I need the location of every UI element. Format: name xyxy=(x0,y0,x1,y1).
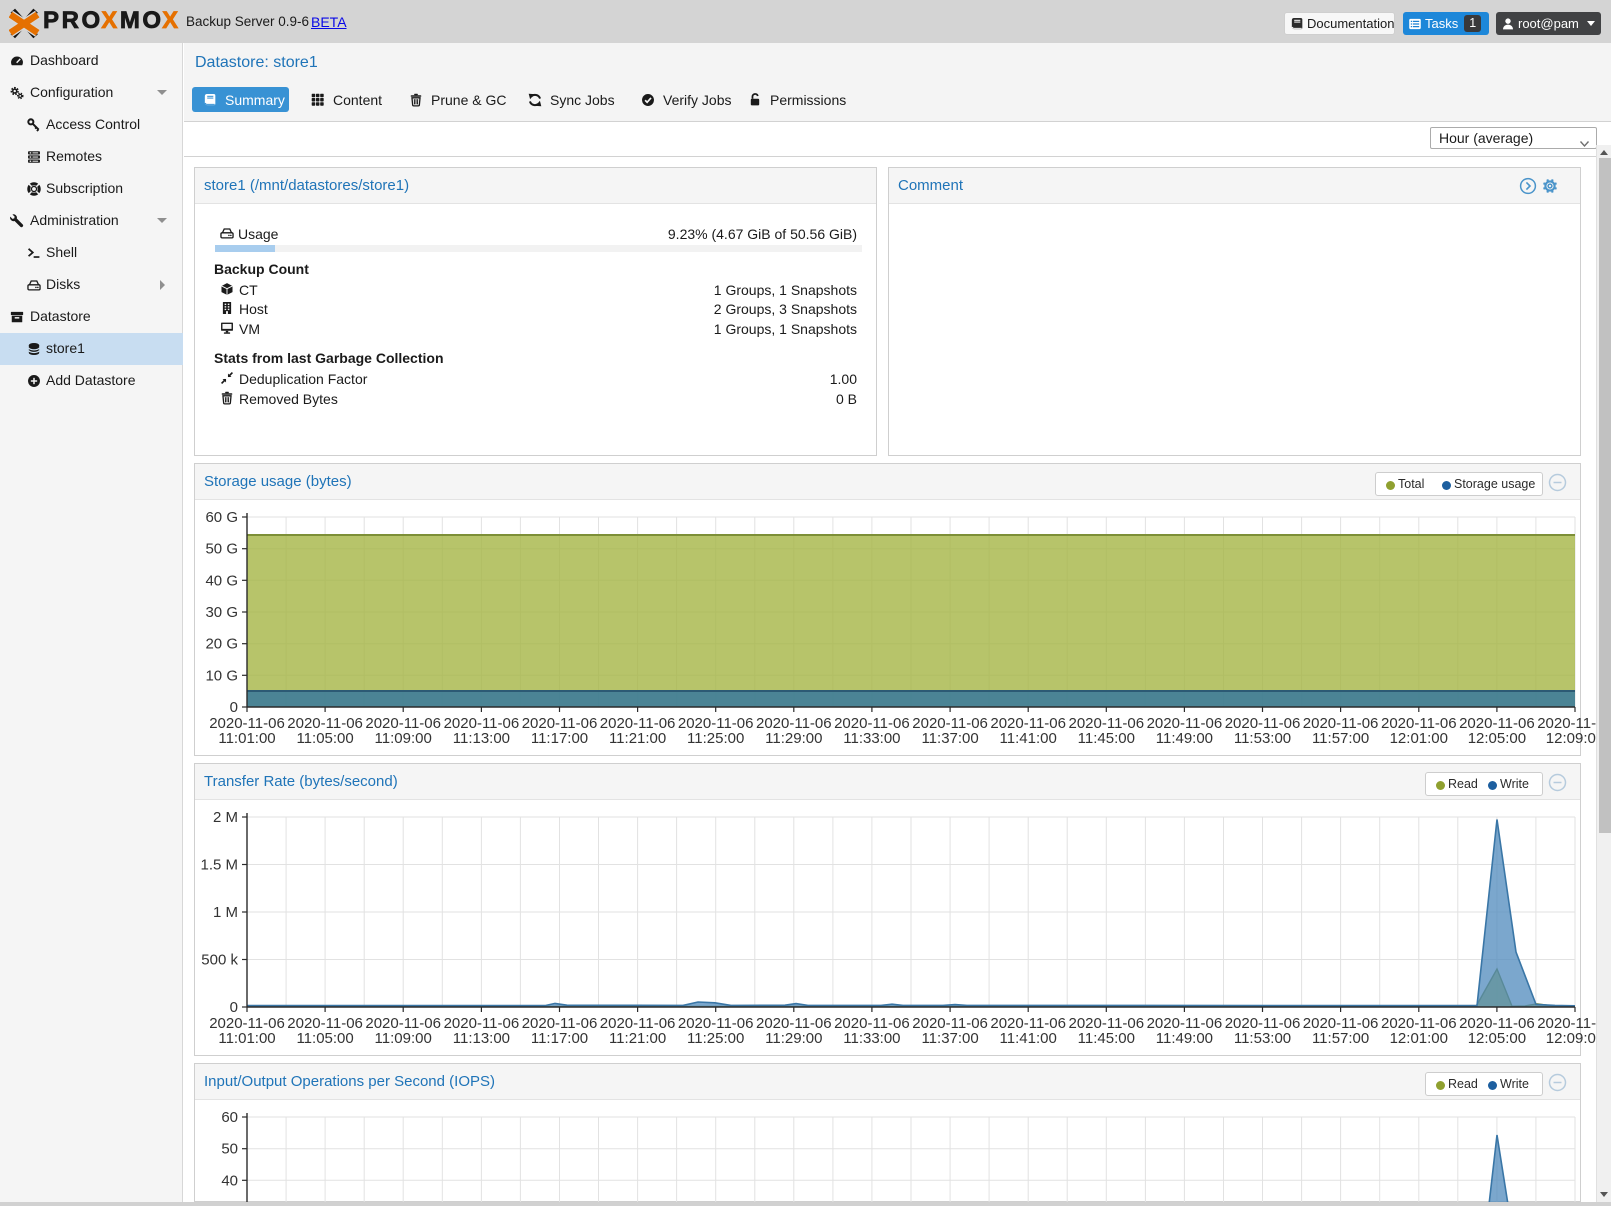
svg-text:11:01:00: 11:01:00 xyxy=(218,730,275,747)
svg-text:11:37:00: 11:37:00 xyxy=(921,730,978,747)
svg-text:11:13:00: 11:13:00 xyxy=(453,730,510,747)
svg-text:11:41:00: 11:41:00 xyxy=(1000,730,1057,747)
svg-text:2 M: 2 M xyxy=(213,809,238,826)
svg-text:11:29:00: 11:29:00 xyxy=(765,1030,822,1047)
svg-text:11:53:00: 11:53:00 xyxy=(1234,1030,1291,1047)
svg-text:12:05:00: 12:05:00 xyxy=(1468,730,1526,747)
svg-text:12:09:00: 12:09:00 xyxy=(1546,1030,1596,1047)
svg-text:12:05:00: 12:05:00 xyxy=(1468,1030,1526,1047)
svg-text:12:01:00: 12:01:00 xyxy=(1390,730,1448,747)
svg-text:11:53:00: 11:53:00 xyxy=(1234,730,1291,747)
svg-text:20 G: 20 G xyxy=(205,636,238,653)
svg-text:11:49:00: 11:49:00 xyxy=(1156,730,1213,747)
svg-text:11:45:00: 11:45:00 xyxy=(1078,730,1135,747)
svg-text:11:01:00: 11:01:00 xyxy=(218,1030,275,1047)
svg-text:11:17:00: 11:17:00 xyxy=(531,1030,588,1047)
svg-text:11:57:00: 11:57:00 xyxy=(1312,730,1369,747)
svg-text:11:49:00: 11:49:00 xyxy=(1156,1030,1213,1047)
svg-text:11:21:00: 11:21:00 xyxy=(609,730,666,747)
svg-text:11:17:00: 11:17:00 xyxy=(531,730,588,747)
svg-text:11:13:00: 11:13:00 xyxy=(453,1030,510,1047)
svg-text:1.5 M: 1.5 M xyxy=(200,857,238,874)
svg-text:40 G: 40 G xyxy=(205,572,238,589)
svg-text:11:37:00: 11:37:00 xyxy=(921,1030,978,1047)
svg-text:11:05:00: 11:05:00 xyxy=(296,730,353,747)
svg-text:11:45:00: 11:45:00 xyxy=(1078,1030,1135,1047)
svg-text:11:25:00: 11:25:00 xyxy=(687,730,744,747)
svg-text:11:57:00: 11:57:00 xyxy=(1312,1030,1369,1047)
svg-text:12:01:00: 12:01:00 xyxy=(1390,1030,1448,1047)
svg-text:11:05:00: 11:05:00 xyxy=(296,1030,353,1047)
svg-text:60 G: 60 G xyxy=(205,509,238,526)
svg-text:11:29:00: 11:29:00 xyxy=(765,730,822,747)
svg-text:50 G: 50 G xyxy=(205,541,238,558)
svg-text:0: 0 xyxy=(230,999,238,1016)
svg-text:40: 40 xyxy=(221,1172,238,1189)
svg-text:0: 0 xyxy=(230,699,238,716)
svg-text:50: 50 xyxy=(221,1141,238,1158)
svg-text:10 G: 10 G xyxy=(205,667,238,684)
svg-text:30 G: 30 G xyxy=(205,604,238,621)
svg-text:11:21:00: 11:21:00 xyxy=(609,1030,666,1047)
svg-text:500 k: 500 k xyxy=(201,952,238,969)
svg-text:11:41:00: 11:41:00 xyxy=(1000,1030,1057,1047)
svg-text:11:09:00: 11:09:00 xyxy=(375,730,432,747)
svg-text:60: 60 xyxy=(221,1109,238,1126)
svg-text:11:33:00: 11:33:00 xyxy=(843,1030,900,1047)
svg-text:11:09:00: 11:09:00 xyxy=(375,1030,432,1047)
svg-text:12:09:00: 12:09:00 xyxy=(1546,730,1596,747)
svg-text:1 M: 1 M xyxy=(213,904,238,921)
svg-text:11:33:00: 11:33:00 xyxy=(843,730,900,747)
svg-text:11:25:00: 11:25:00 xyxy=(687,1030,744,1047)
